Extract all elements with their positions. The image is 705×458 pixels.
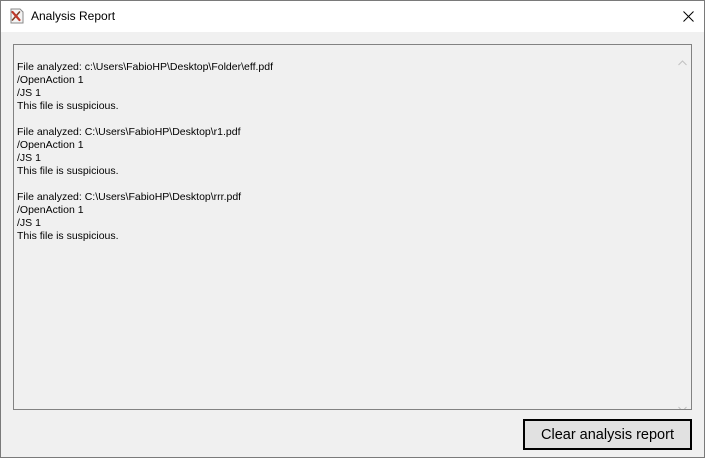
analysis-report-textbox[interactable]: File analyzed: c:\Users\FabioHP\Desktop\… bbox=[13, 44, 692, 410]
js-line: /JS 1 bbox=[17, 217, 41, 229]
verdict-line: This file is suspicious. bbox=[17, 165, 119, 177]
scroll-down-arrow-icon[interactable] bbox=[678, 397, 687, 409]
scroll-up-arrow-icon[interactable] bbox=[678, 51, 687, 66]
open-action-line: /OpenAction 1 bbox=[17, 204, 84, 216]
close-icon bbox=[683, 7, 694, 26]
entry-separator bbox=[17, 113, 672, 126]
report-entry: File analyzed: C:\Users\FabioHP\Desktop\… bbox=[17, 126, 672, 178]
report-entry: File analyzed: c:\Users\FabioHP\Desktop\… bbox=[17, 61, 672, 113]
report-content: File analyzed: c:\Users\FabioHP\Desktop\… bbox=[17, 61, 672, 243]
vertical-scrollbar[interactable] bbox=[674, 45, 691, 409]
verdict-line: This file is suspicious. bbox=[17, 100, 119, 112]
app-icon bbox=[9, 8, 25, 24]
analysis-report-window: Analysis Report File analyzed: c:\Users\… bbox=[0, 0, 705, 458]
close-button[interactable] bbox=[673, 1, 704, 32]
entry-separator bbox=[17, 178, 672, 191]
js-line: /JS 1 bbox=[17, 87, 41, 99]
file-analyzed-line: File analyzed: c:\Users\FabioHP\Desktop\… bbox=[17, 61, 274, 73]
js-line: /JS 1 bbox=[17, 152, 41, 164]
window-title: Analysis Report bbox=[31, 9, 116, 23]
clear-analysis-report-button[interactable]: Clear analysis report bbox=[523, 419, 692, 450]
open-action-line: /OpenAction 1 bbox=[17, 139, 84, 151]
title-bar[interactable]: Analysis Report bbox=[1, 1, 704, 32]
report-entry: File analyzed: C:\Users\FabioHP\Desktop\… bbox=[17, 191, 672, 243]
file-analyzed-line: File analyzed: C:\Users\FabioHP\Desktop\… bbox=[17, 126, 241, 138]
verdict-line: This file is suspicious. bbox=[17, 230, 119, 242]
open-action-line: /OpenAction 1 bbox=[17, 74, 84, 86]
file-analyzed-line: File analyzed: C:\Users\FabioHP\Desktop\… bbox=[17, 191, 242, 203]
